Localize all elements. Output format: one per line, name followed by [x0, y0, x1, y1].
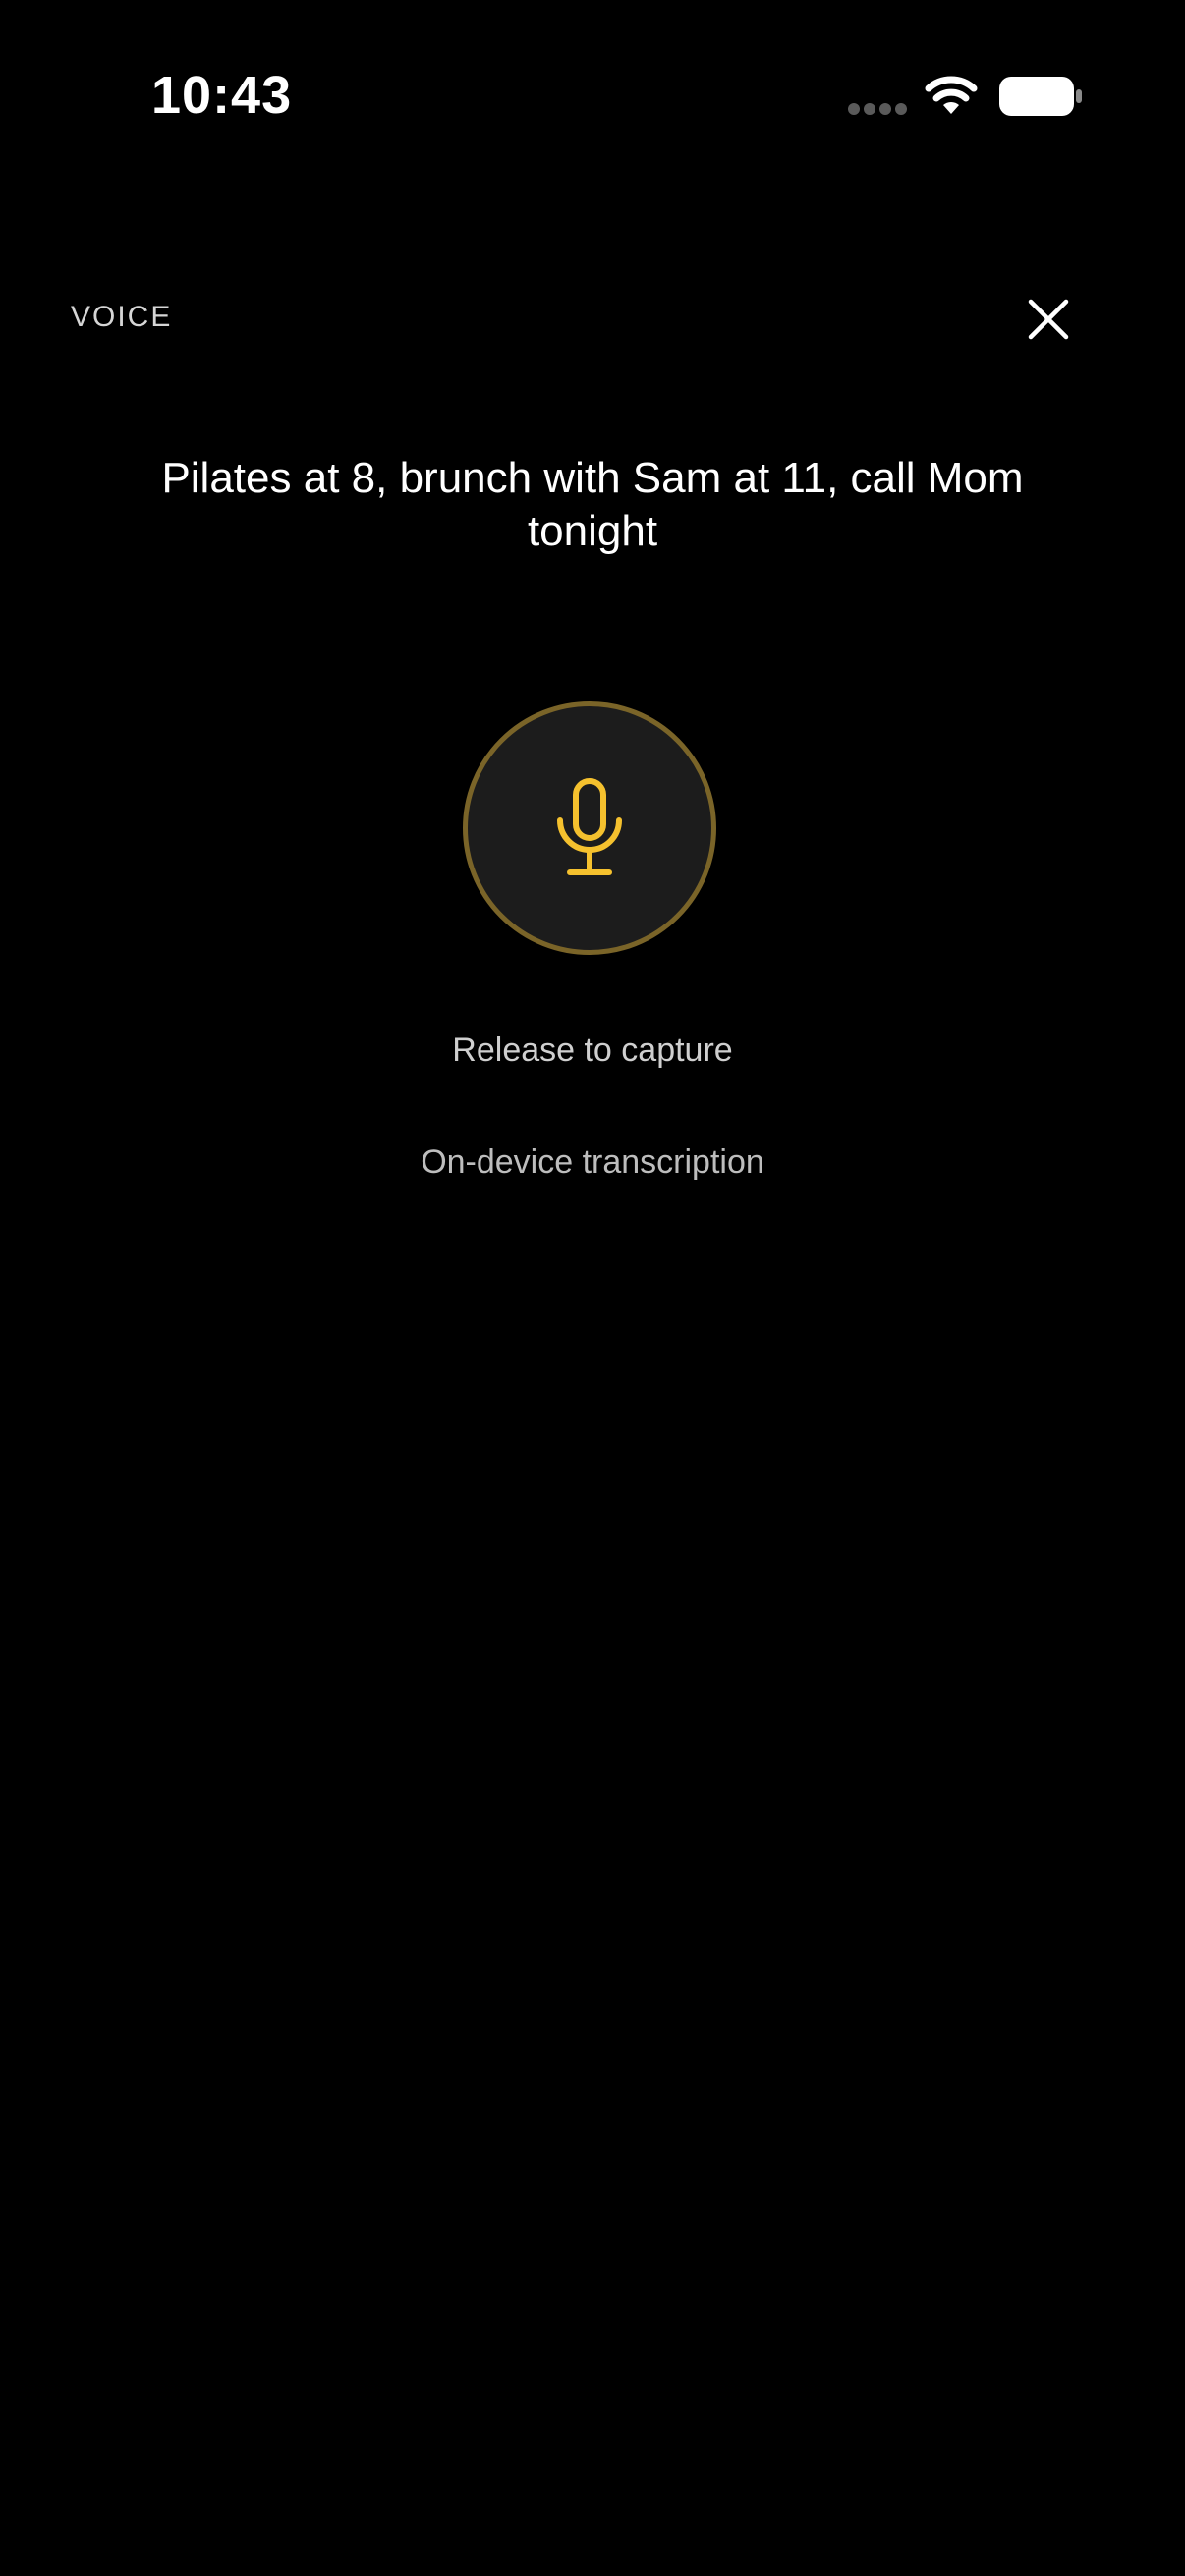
transcription-note: On-device transcription	[421, 1144, 764, 1181]
signal-dots-icon	[848, 103, 907, 115]
battery-icon	[999, 77, 1082, 116]
status-time: 10:43	[151, 66, 293, 125]
status-bar: 10:43	[0, 0, 1185, 187]
close-button[interactable]	[1018, 289, 1079, 350]
release-hint: Release to capture	[452, 1032, 733, 1069]
wifi-icon	[925, 76, 978, 114]
close-icon	[1028, 299, 1069, 340]
section-label: VOICE	[71, 301, 173, 333]
transcript-text: Pilates at 8, brunch with Sam at 11, cal…	[161, 454, 1024, 555]
microphone-icon	[557, 778, 622, 875]
mic-button[interactable]	[463, 701, 716, 955]
